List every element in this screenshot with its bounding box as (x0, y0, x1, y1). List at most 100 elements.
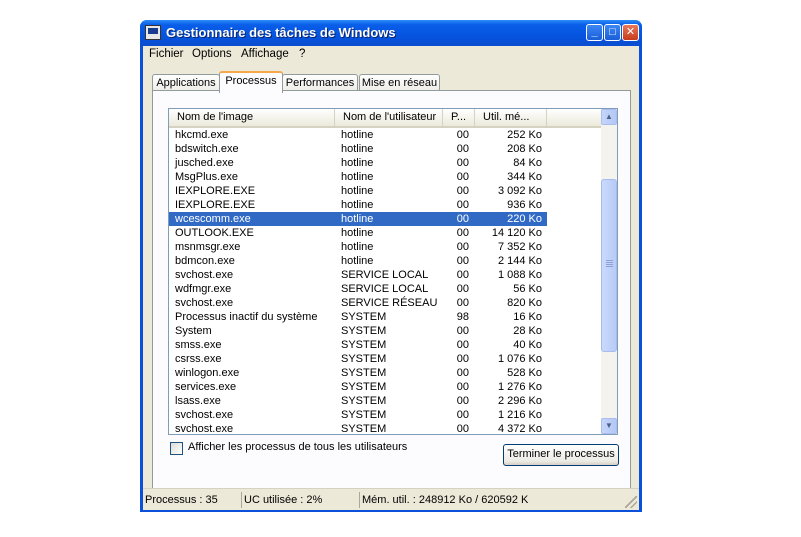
table-row[interactable]: Processus inactif du système SYSTEM 98 16 K… (169, 310, 601, 324)
table-row[interactable]: hkcmd.exe hotline 00 252 Ko (169, 128, 601, 142)
table-row[interactable]: svchost.exe SYSTEM 00 1 216 Ko (169, 408, 601, 422)
window-title: Gestionnaire des tâches de Windows (166, 25, 396, 40)
cell-cpu: 00 (443, 212, 475, 226)
cell-user-name: SYSTEM (341, 381, 387, 393)
table-row[interactable]: services.exe SYSTEM 00 1 276 Ko (169, 380, 601, 394)
cell-image-name: svchost.exe (175, 297, 234, 309)
cell-user-name: hotline (341, 185, 374, 197)
cell-cpu: 00 (456, 185, 469, 197)
cell-memory: 16 Ko (513, 311, 542, 323)
column-user-name[interactable]: Nom de l'utilisateur (335, 109, 443, 128)
table-row[interactable]: winlogon.exe SYSTEM 00 528 Ko (169, 366, 601, 380)
cell-memory: 56 Ko (513, 283, 542, 295)
table-row[interactable]: jusched.exe hotline 00 84 Ko (169, 156, 601, 170)
cell-user-name: hotline (341, 171, 374, 183)
process-list[interactable]: Nom de l'image Nom de l'utilisateur P...… (168, 108, 618, 435)
close-button[interactable]: ✕ (622, 24, 639, 41)
tab-processus[interactable]: Processus (219, 71, 283, 93)
table-row[interactable]: wdfmgr.exe SERVICE LOCAL 00 56 Ko (169, 282, 601, 296)
menu-fichier[interactable]: Fichier (149, 48, 184, 60)
column-image-name[interactable]: Nom de l'image (169, 109, 335, 128)
cell-cpu: 00 (456, 143, 469, 155)
table-row[interactable]: wcescomm.exe hotline 00 220 Ko (169, 212, 601, 226)
cell-user-name: SYSTEM (341, 409, 387, 421)
cell-cpu: 00 (456, 283, 469, 295)
table-row[interactable]: OUTLOOK.EXE hotline 00 14 120 Ko (169, 226, 601, 240)
table-row[interactable]: svchost.exe SERVICE RÉSEAU 00 820 Ko (169, 296, 601, 310)
cell-user-name: hotline (341, 199, 374, 211)
cell-image-name: svchost.exe (175, 409, 234, 421)
cell-image-name: bdmcon.exe (175, 255, 235, 267)
processes-panel: Nom de l'image Nom de l'utilisateur P...… (152, 90, 631, 496)
resize-grip-icon[interactable] (625, 496, 637, 508)
cell-image-name: wcescomm.exe (169, 212, 335, 226)
cell-memory: 1 076 Ko (497, 353, 542, 365)
table-row[interactable]: lsass.exe SYSTEM 00 2 296 Ko (169, 394, 601, 408)
table-row[interactable]: IEXPLORE.EXE hotline 00 3 092 Ko (169, 184, 601, 198)
cell-cpu: 00 (456, 199, 469, 211)
cell-image-name: svchost.exe (175, 423, 234, 435)
cell-memory: 3 092 Ko (497, 185, 542, 197)
cell-cpu: 00 (456, 269, 469, 281)
cell-user-name: hotline (341, 157, 374, 169)
cell-image-name: Processus inactif du système (175, 311, 318, 323)
cell-user-name: SYSTEM (341, 367, 387, 379)
cell-memory: 14 120 Ko (491, 227, 542, 239)
menu-bar: Fichier Options Affichage ? (143, 46, 639, 64)
menu-options[interactable]: Options (192, 48, 232, 60)
cell-cpu: 00 (456, 409, 469, 421)
table-row[interactable]: MsgPlus.exe hotline 00 344 Ko (169, 170, 601, 184)
column-spacer (547, 109, 601, 128)
title-bar[interactable]: Gestionnaire des tâches de Windows _ □ ✕ (140, 20, 642, 46)
table-row[interactable]: smss.exe SYSTEM 00 40 Ko (169, 338, 601, 352)
scroll-down-icon[interactable]: ▼ (601, 418, 617, 434)
minimize-button[interactable]: _ (586, 24, 603, 41)
cell-user-name: SYSTEM (341, 339, 387, 351)
cell-user-name: hotline (341, 227, 374, 239)
vertical-scrollbar[interactable]: ▲ ▼ (601, 109, 617, 434)
table-row[interactable]: csrss.exe SYSTEM 00 1 076 Ko (169, 352, 601, 366)
grip-icon (606, 260, 613, 261)
window-client-area: Fichier Options Affichage ? Applications… (143, 46, 639, 510)
table-row[interactable]: bdswitch.exe hotline 00 208 Ko (169, 142, 601, 156)
cell-image-name: MsgPlus.exe (175, 171, 238, 183)
cell-image-name: bdswitch.exe (175, 143, 239, 155)
cell-image-name: lsass.exe (175, 395, 221, 407)
table-row[interactable]: svchost.exe SYSTEM 00 4 372 Ko (169, 422, 601, 435)
table-row[interactable]: IEXPLORE.EXE hotline 00 936 Ko (169, 198, 601, 212)
task-manager-icon (145, 25, 161, 40)
table-row[interactable]: System SYSTEM 00 28 Ko (169, 324, 601, 338)
cell-image-name: jusched.exe (175, 157, 234, 169)
maximize-button[interactable]: □ (604, 24, 621, 41)
cell-user-name: hotline (341, 143, 374, 155)
cell-user-name: SYSTEM (341, 325, 387, 337)
cell-cpu: 00 (456, 339, 469, 351)
menu-affichage[interactable]: Affichage (241, 48, 289, 60)
cell-image-name: msnmsgr.exe (175, 241, 241, 253)
table-row[interactable]: msnmsgr.exe hotline 00 7 352 Ko (169, 240, 601, 254)
cell-image-name: hkcmd.exe (175, 129, 229, 141)
column-cpu[interactable]: P... (443, 109, 475, 128)
cell-memory: 40 Ko (513, 339, 542, 351)
table-row[interactable]: bdmcon.exe hotline 00 2 144 Ko (169, 254, 601, 268)
cell-memory: 7 352 Ko (497, 241, 542, 253)
cell-memory: 220 Ko (475, 212, 547, 226)
scroll-thumb[interactable] (601, 179, 617, 352)
cell-memory: 4 372 Ko (497, 423, 542, 435)
cell-memory: 1 088 Ko (497, 269, 542, 281)
cell-cpu: 00 (456, 171, 469, 183)
table-row[interactable]: svchost.exe SERVICE LOCAL 00 1 088 Ko (169, 268, 601, 282)
cell-cpu: 00 (456, 423, 469, 435)
cell-user-name: SYSTEM (341, 353, 387, 365)
cell-memory: 2 296 Ko (497, 395, 542, 407)
cell-image-name: IEXPLORE.EXE (175, 199, 256, 211)
cell-memory: 528 Ko (507, 367, 542, 379)
show-all-users-checkbox[interactable] (170, 442, 183, 455)
cell-user-name: SERVICE LOCAL (341, 283, 429, 295)
end-process-button[interactable]: Terminer le processus (503, 444, 619, 466)
menu-help[interactable]: ? (299, 48, 305, 60)
column-memory[interactable]: Util. mé... (475, 109, 547, 128)
cell-image-name: wdfmgr.exe (175, 283, 232, 295)
scroll-up-icon[interactable]: ▲ (601, 109, 617, 125)
cell-cpu: 00 (456, 353, 469, 365)
